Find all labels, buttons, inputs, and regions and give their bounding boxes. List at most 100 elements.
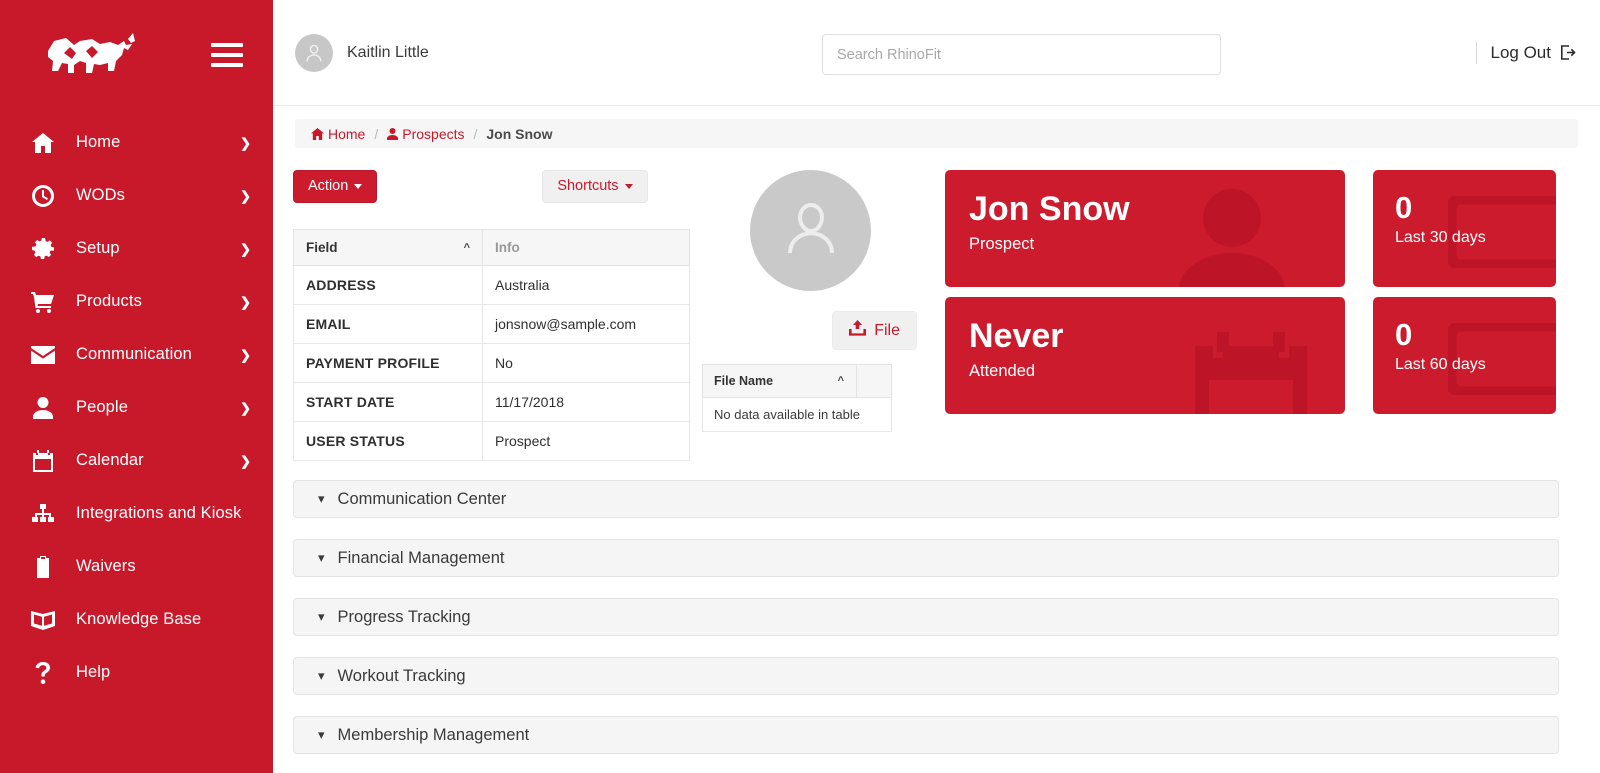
sidebar-item-wods[interactable]: WODs ❯ — [0, 169, 273, 222]
sidebar: Home ❯ WODs ❯ Setup ❯ Products ❯ Communi… — [0, 0, 273, 773]
user-name: Kaitlin Little — [347, 43, 429, 61]
member-name-card[interactable]: Jon Snow Prospect — [945, 170, 1345, 287]
sidebar-item-integrations-and-kiosk[interactable]: Integrations and Kiosk — [0, 487, 273, 540]
chevron-down-icon: ▾ — [318, 727, 325, 742]
column-header-field-label: Field — [306, 240, 338, 255]
search-input[interactable] — [822, 34, 1221, 75]
column-header-blank — [856, 364, 892, 398]
person-silhouette-icon — [1157, 171, 1307, 287]
last-30-days-label: Last 30 days — [1395, 228, 1486, 246]
field-value: No — [482, 343, 690, 383]
main-area: Kaitlin Little Log Out — [273, 0, 1600, 773]
sidebar-item-label: Integrations and Kiosk — [76, 504, 242, 522]
chevron-down-icon: ▾ — [318, 609, 325, 624]
sidebar-item-label: People — [76, 398, 128, 416]
chevron-down-icon: ▾ — [318, 550, 325, 565]
field-value: Prospect — [482, 421, 690, 461]
hamburger-icon[interactable] — [211, 43, 243, 67]
column-header-info[interactable]: Info — [482, 229, 690, 266]
sort-ascending-icon: ^ — [837, 375, 845, 387]
accordion-financial-management[interactable]: ▾ Financial Management — [293, 539, 1559, 577]
question-mark-icon — [26, 661, 60, 684]
column-header-file-name-label: File Name — [714, 374, 774, 388]
field-value: Australia — [482, 265, 690, 305]
shortcuts-button[interactable]: Shortcuts — [542, 170, 648, 203]
profile-toolbar: Action Shortcuts — [293, 170, 693, 210]
content-area: Action Shortcuts Field ^ Info ADDRESS Au… — [273, 170, 1600, 754]
field-name: ADDRESS — [293, 265, 483, 305]
last-30-days-card[interactable]: 0 Last 30 days — [1373, 170, 1556, 287]
chevron-right-icon: ❯ — [240, 347, 251, 362]
breadcrumb-home-label: Home — [328, 125, 366, 142]
home-icon — [26, 132, 60, 153]
chevron-right-icon: ❯ — [240, 400, 251, 415]
breadcrumb-separator: / — [374, 125, 379, 142]
breadcrumb-home[interactable]: Home — [311, 126, 365, 142]
table-empty-row: No data available in table — [702, 397, 892, 432]
file-upload-button[interactable]: File — [832, 311, 917, 350]
sidebar-item-products[interactable]: Products ❯ — [0, 275, 273, 328]
cart-icon — [26, 291, 60, 313]
sidebar-item-calendar[interactable]: Calendar ❯ — [0, 434, 273, 487]
profile-avatar[interactable] — [750, 170, 871, 291]
profile-row: Action Shortcuts Field ^ Info ADDRESS Au… — [293, 170, 1580, 461]
field-name: PAYMENT PROFILE — [293, 343, 483, 383]
primary-cards-stack: Jon Snow Prospect Never Attended — [945, 170, 1345, 461]
user-avatar-icon — [774, 191, 848, 270]
table-row: START DATE 11/17/2018 — [293, 382, 690, 422]
calendar-icon — [26, 449, 60, 472]
sidebar-item-waivers[interactable]: Waivers — [0, 540, 273, 593]
chevron-right-icon: ❯ — [240, 135, 251, 150]
current-user[interactable]: Kaitlin Little — [295, 33, 429, 72]
table-row: PAYMENT PROFILE No — [293, 343, 690, 383]
sidebar-item-label: Calendar — [76, 451, 144, 469]
breadcrumb-prospects[interactable]: Prospects — [387, 125, 465, 142]
accordion-membership-management[interactable]: ▾ Membership Management — [293, 716, 1559, 754]
caret-down-icon — [624, 183, 633, 189]
sidebar-item-label: Home — [76, 133, 121, 151]
sidebar-item-setup[interactable]: Setup ❯ — [0, 222, 273, 275]
table-header-row: File Name ^ — [701, 364, 892, 398]
sidebar-item-knowledge-base[interactable]: Knowledge Base — [0, 593, 273, 646]
table-row: USER STATUS Prospect — [293, 421, 690, 461]
column-header-file-name[interactable]: File Name ^ — [701, 364, 858, 398]
accordion-list: ▾ Communication Center ▾ Financial Manag… — [293, 480, 1580, 754]
gear-icon — [26, 237, 60, 260]
rhino-logo-icon[interactable] — [40, 31, 140, 79]
profile-details-column: Action Shortcuts Field ^ Info ADDRESS Au… — [293, 170, 693, 461]
accordion-workout-tracking[interactable]: ▾ Workout Tracking — [293, 657, 1559, 695]
topbar: Kaitlin Little Log Out — [273, 0, 1600, 106]
column-header-field[interactable]: Field ^ — [293, 229, 483, 266]
app-root: Home ❯ WODs ❯ Setup ❯ Products ❯ Communi… — [0, 0, 1600, 773]
field-name: EMAIL — [293, 304, 483, 344]
chevron-right-icon: ❯ — [240, 294, 251, 309]
sidebar-item-label: Products — [76, 292, 142, 310]
accordion-progress-tracking[interactable]: ▾ Progress Tracking — [293, 598, 1559, 636]
last-60-days-card[interactable]: 0 Last 60 days — [1373, 297, 1556, 414]
profile-info-table: Field ^ Info ADDRESS Australia EMAIL jon… — [293, 229, 690, 461]
stat-cards-area: Jon Snow Prospect Never Attended 0 Last … — [945, 170, 1580, 461]
sidebar-nav: Home ❯ WODs ❯ Setup ❯ Products ❯ Communi… — [0, 110, 273, 699]
empty-table-message: No data available in table — [702, 397, 892, 432]
sidebar-item-help[interactable]: Help — [0, 646, 273, 699]
search-box — [822, 34, 1221, 75]
accordion-label: Communication Center — [337, 489, 507, 508]
breadcrumb-current: Jon Snow — [486, 125, 553, 142]
breadcrumb-prospects-label: Prospects — [402, 125, 465, 142]
file-upload-label: File — [874, 321, 900, 339]
book-icon — [26, 610, 60, 630]
shortcuts-button-label: Shortcuts — [557, 178, 619, 194]
sidebar-item-people[interactable]: People ❯ — [0, 381, 273, 434]
member-name: Jon Snow — [969, 190, 1130, 228]
clock-icon — [26, 184, 60, 207]
accordion-communication-center[interactable]: ▾ Communication Center — [293, 480, 1559, 518]
sidebar-item-label: Help — [76, 663, 111, 681]
last-attended-value: Never — [969, 317, 1064, 355]
last-attended-card[interactable]: Never Attended — [945, 297, 1345, 414]
sidebar-item-home[interactable]: Home ❯ — [0, 116, 273, 169]
profile-photo-column: File File Name ^ No data available in ta… — [701, 170, 937, 461]
sidebar-item-label: Waivers — [76, 557, 136, 575]
logout-button[interactable]: Log Out — [1491, 43, 1577, 63]
sidebar-item-communication[interactable]: Communication ❯ — [0, 328, 273, 381]
action-button[interactable]: Action — [293, 170, 378, 203]
